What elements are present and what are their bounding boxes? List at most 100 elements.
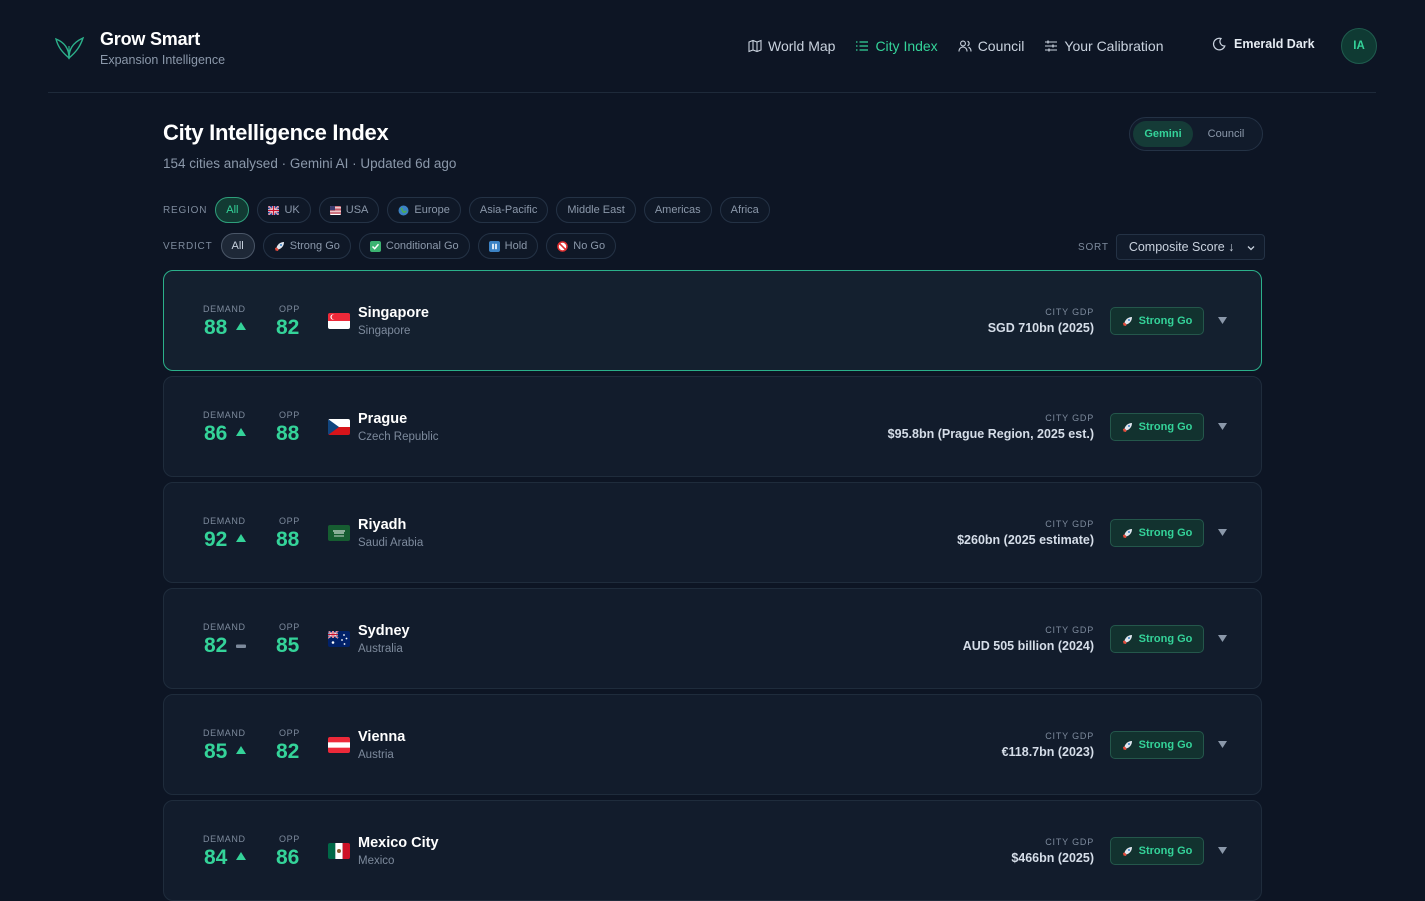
city-name: Prague — [358, 411, 408, 427]
verdict-chip-no-go[interactable]: No Go — [546, 233, 617, 259]
nav-world-map[interactable]: World Map — [748, 38, 835, 54]
sort-value: Composite Score ↓ — [1128, 240, 1235, 254]
demand-score: 86 — [204, 422, 228, 445]
chip-label: Americas — [654, 204, 701, 216]
gdp-label: CITY GDP — [1045, 413, 1094, 423]
nav-label: Council — [977, 38, 1025, 54]
verdict-label: Strong Go — [1138, 845, 1193, 857]
trend-up-icon — [236, 852, 246, 860]
trend-flat-icon — [236, 644, 246, 648]
rocket-icon — [1122, 316, 1132, 326]
region-chip-africa[interactable]: Africa — [719, 197, 770, 223]
brand-subtitle: Expansion Intelligence — [100, 53, 226, 67]
nav-label: City Index — [875, 38, 938, 54]
gdp-label: CITY GDP — [1045, 731, 1094, 741]
toggle-council[interactable]: Council — [1193, 121, 1259, 147]
city-card-sydney[interactable]: DEMAND 82 OPP 85 Sydney Australia CITY GDP AUD … — [163, 588, 1262, 689]
verdict-chip-hold[interactable]: Hold — [477, 233, 539, 259]
theme-toggle[interactable]: Emerald Dark — [1212, 37, 1315, 51]
list-icon — [856, 41, 869, 51]
uk-flag-icon — [268, 205, 280, 215]
sliders-icon — [1045, 40, 1058, 52]
brand-title: Grow Smart — [100, 29, 201, 49]
nav-your-calibration[interactable]: Your Calibration — [1044, 38, 1164, 54]
demand-score: 85 — [204, 740, 228, 763]
singapore-flag-icon — [328, 313, 350, 329]
opp-score: 88 — [276, 422, 300, 445]
expand-caret-icon[interactable] — [1218, 741, 1227, 749]
opp-score: 85 — [276, 634, 300, 657]
users-icon — [958, 40, 972, 52]
moon-icon — [1212, 37, 1226, 51]
city-name: Singapore — [358, 305, 429, 321]
region-chip-middle-east[interactable]: Middle East — [556, 197, 636, 223]
demand-label: DEMAND — [203, 304, 246, 314]
trend-up-icon — [236, 322, 246, 330]
expand-caret-icon[interactable] — [1218, 529, 1227, 537]
map-icon — [748, 39, 762, 53]
opp-label: OPP — [279, 410, 300, 420]
gdp-value: SGD 710bn (2025) — [987, 321, 1094, 335]
czech-flag-icon — [328, 419, 350, 435]
source-toggle: Gemini Council — [1129, 117, 1263, 151]
region-chip-americas[interactable]: Americas — [643, 197, 712, 223]
city-name: Vienna — [358, 729, 406, 745]
chip-label: Middle East — [567, 204, 625, 216]
rocket-icon — [1122, 846, 1132, 856]
demand-score: 88 — [204, 316, 228, 339]
city-name: Mexico City — [358, 835, 439, 851]
gdp-label: CITY GDP — [1045, 837, 1094, 847]
saudi-flag-icon — [328, 525, 350, 541]
verdict-chip-conditional-go[interactable]: Conditional Go — [358, 233, 470, 259]
verdict-label: Strong Go — [1138, 739, 1193, 751]
gdp-value: $466bn (2025) — [1011, 851, 1094, 865]
rocket-icon — [1122, 422, 1132, 432]
chip-label: Europe — [414, 204, 450, 216]
opp-score: 86 — [276, 846, 300, 869]
verdict-label: VERDICT — [163, 240, 213, 252]
city-card-prague[interactable]: DEMAND 86 OPP 88 Prague Czech Republic CITY GD… — [163, 376, 1262, 477]
expand-caret-icon[interactable] — [1218, 635, 1227, 643]
sort-select[interactable]: Composite Score ↓ — [1115, 234, 1265, 260]
city-card-singapore[interactable]: DEMAND 88 OPP 82 Singapore Singapore CITY GDP S… — [163, 270, 1262, 371]
gdp-value: $95.8bn (Prague Region, 2025 est.) — [887, 427, 1094, 441]
city-card-mexico-city[interactable]: DEMAND 84 OPP 86 Mexico City Mexico CITY GDP $4… — [163, 800, 1262, 901]
nav-council[interactable]: Council — [958, 38, 1025, 54]
avatar[interactable]: IA — [1341, 28, 1377, 64]
rocket-icon — [274, 241, 284, 251]
verdict-label: Strong Go — [1138, 315, 1193, 327]
expand-caret-icon[interactable] — [1218, 847, 1227, 855]
us-flag-icon — [329, 205, 341, 215]
demand-label: DEMAND — [203, 834, 246, 844]
verdict-chip-strong-go[interactable]: Strong Go — [262, 233, 351, 259]
chip-label: USA — [345, 204, 369, 216]
chip-label: No Go — [573, 240, 606, 252]
theme-label: Emerald Dark — [1234, 37, 1315, 51]
app-header: Grow Smart Expansion Intelligence World … — [48, 0, 1377, 93]
toggle-gemini[interactable]: Gemini — [1133, 121, 1193, 147]
expand-caret-icon[interactable] — [1218, 317, 1227, 325]
region-chip-uk[interactable]: UK — [257, 197, 311, 223]
region-chip-asia-pacific[interactable]: Asia-Pacific — [468, 197, 549, 223]
austria-flag-icon — [328, 737, 350, 753]
expand-caret-icon[interactable] — [1218, 423, 1227, 431]
region-chip-all[interactable]: All — [215, 197, 250, 223]
country-name: Czech Republic — [358, 431, 439, 443]
opp-label: OPP — [279, 516, 300, 526]
demand-label: DEMAND — [203, 516, 246, 526]
city-name: Riyadh — [358, 517, 407, 533]
demand-score: 92 — [204, 528, 228, 551]
opp-label: OPP — [279, 304, 300, 314]
verdict-chip-all[interactable]: All — [220, 233, 255, 259]
city-card-riyadh[interactable]: DEMAND 92 OPP 88 Riyadh Saudi Arabia CITY GDP $… — [163, 482, 1262, 583]
opp-score: 82 — [276, 740, 300, 763]
city-card-vienna[interactable]: DEMAND 85 OPP 82 Vienna Austria CITY GDP €118.7… — [163, 694, 1262, 795]
verdict-label: Strong Go — [1138, 527, 1193, 539]
region-chip-europe[interactable]: Europe — [387, 197, 461, 223]
chip-label: Strong Go — [289, 240, 340, 252]
region-chip-usa[interactable]: USA — [318, 197, 380, 223]
gdp-value: €118.7bn (2023) — [1001, 745, 1094, 759]
nav-city-index[interactable]: City Index — [855, 38, 938, 54]
opp-label: OPP — [279, 622, 300, 632]
nav-label: World Map — [768, 38, 836, 54]
